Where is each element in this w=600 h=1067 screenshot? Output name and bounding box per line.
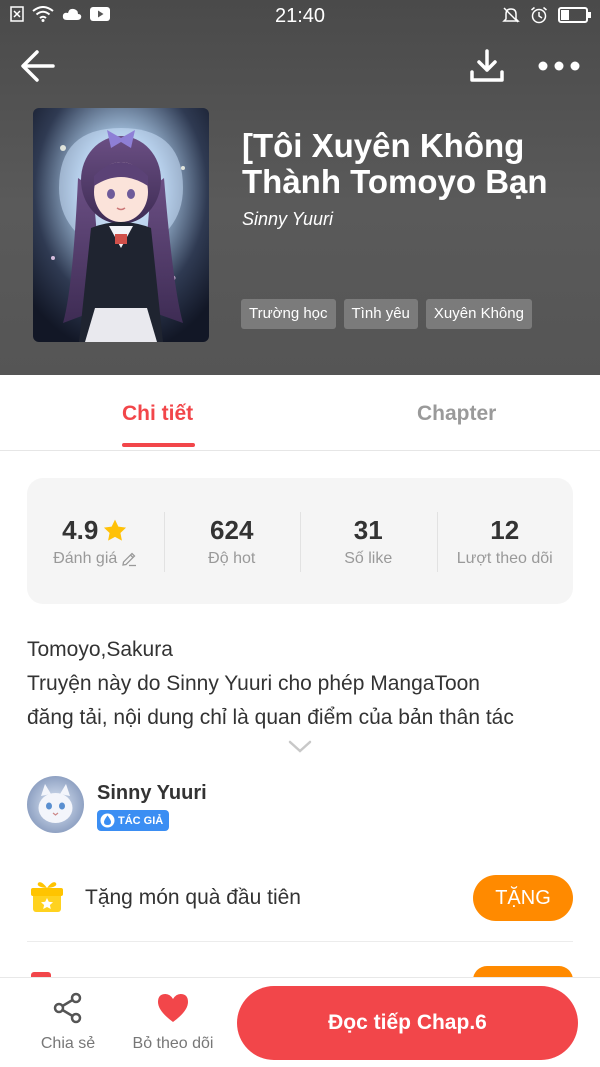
status-right-icons	[502, 6, 591, 24]
stat-hot: 624 Độ hot	[163, 478, 301, 604]
drop-badge-icon	[100, 813, 115, 828]
book-title: [Tôi Xuyên Không Thành Tomoyo Bạn	[242, 127, 548, 200]
share-icon	[53, 992, 82, 1024]
expand-description-button[interactable]	[288, 740, 312, 759]
stat-follows: 12 Lượt theo dõi	[436, 478, 574, 604]
tab-bar: Chi tiết Chapter	[0, 375, 600, 451]
alarm-icon	[531, 6, 547, 24]
book-cover-image[interactable]	[33, 108, 209, 342]
description-line: đăng tải, nội dung chỉ là quan điểm của …	[27, 706, 514, 729]
gift-text: Tặng món quà đầu tiên	[85, 886, 301, 909]
chevron-down-icon	[288, 740, 312, 753]
share-label: Chia sẻ	[40, 1035, 96, 1052]
download-icon	[470, 49, 504, 82]
status-bar: 21:40	[0, 0, 600, 32]
star-icon	[104, 519, 127, 541]
tag-list: Trường học Tình yêu Xuyên Không	[241, 299, 532, 329]
book-header: 21:40 [Tôi Xuyên Không Thành Tomoyo Bạn …	[0, 0, 600, 375]
rating-value: 4.9	[62, 515, 99, 545]
hot-value: 624	[210, 515, 254, 545]
author-badge-label: TÁC GIẢ	[118, 814, 164, 827]
back-button[interactable]	[16, 44, 60, 88]
bottom-action-bar: Chia sẻ Bỏ theo dõi Đọc tiếp Chap.6	[0, 977, 600, 1067]
tab-chapter[interactable]: Chapter	[417, 402, 496, 426]
gift-icon	[31, 880, 63, 919]
description-line: Truyện này do Sinny Yuuri cho phép Manga…	[27, 672, 480, 695]
unfollow-label: Bỏ theo dõi	[132, 1035, 214, 1052]
stats-card: 4.9 Đánh giá 624 Độ hot 31 Số like 12 Lư…	[27, 478, 573, 604]
tag-item[interactable]: Trường học	[241, 299, 336, 329]
author-name[interactable]: Sinny Yuuri	[97, 782, 207, 805]
tab-detail[interactable]: Chi tiết	[122, 402, 193, 426]
unfollow-button[interactable]: Bỏ theo dõi	[128, 992, 218, 1053]
gift-row: Tặng món quà đầu tiên TẶNG	[27, 870, 573, 942]
tag-item[interactable]: Xuyên Không	[425, 299, 532, 329]
continue-reading-button[interactable]: Đọc tiếp Chap.6	[237, 986, 578, 1060]
book-description[interactable]: Tomoyo,Sakura Truyện này do Sinny Yuuri …	[27, 633, 577, 735]
gift-button[interactable]: TẶNG	[473, 875, 573, 921]
rating-label: Đánh giá	[53, 550, 118, 567]
likes-label: Số like	[344, 550, 393, 567]
hot-label: Độ hot	[208, 550, 256, 567]
stat-likes: 31 Số like	[300, 478, 437, 604]
follows-value: 12	[490, 515, 520, 545]
more-options-button[interactable]	[537, 44, 581, 88]
mute-bell-icon	[502, 7, 520, 23]
tag-item[interactable]: Tình yêu	[343, 299, 418, 329]
stat-rating[interactable]: 4.9 Đánh giá	[27, 478, 164, 604]
author-badge: TÁC GIẢ	[97, 810, 170, 831]
edit-pencil-icon	[122, 552, 137, 567]
active-tab-indicator	[122, 443, 195, 447]
description-line: Tomoyo,Sakura	[27, 638, 173, 661]
author-section[interactable]: Sinny Yuuri TÁC GIẢ	[27, 776, 573, 836]
author-avatar[interactable]	[27, 776, 84, 833]
share-button[interactable]: Chia sẻ	[28, 992, 108, 1053]
arrow-left-icon	[21, 50, 55, 82]
heart-icon	[158, 994, 188, 1022]
book-author[interactable]: Sinny Yuuri	[242, 209, 333, 230]
more-dots-icon	[538, 61, 580, 71]
follows-label: Lượt theo dõi	[456, 550, 553, 567]
battery-icon	[558, 7, 591, 23]
likes-value: 31	[353, 515, 383, 545]
download-button[interactable]	[465, 44, 509, 88]
